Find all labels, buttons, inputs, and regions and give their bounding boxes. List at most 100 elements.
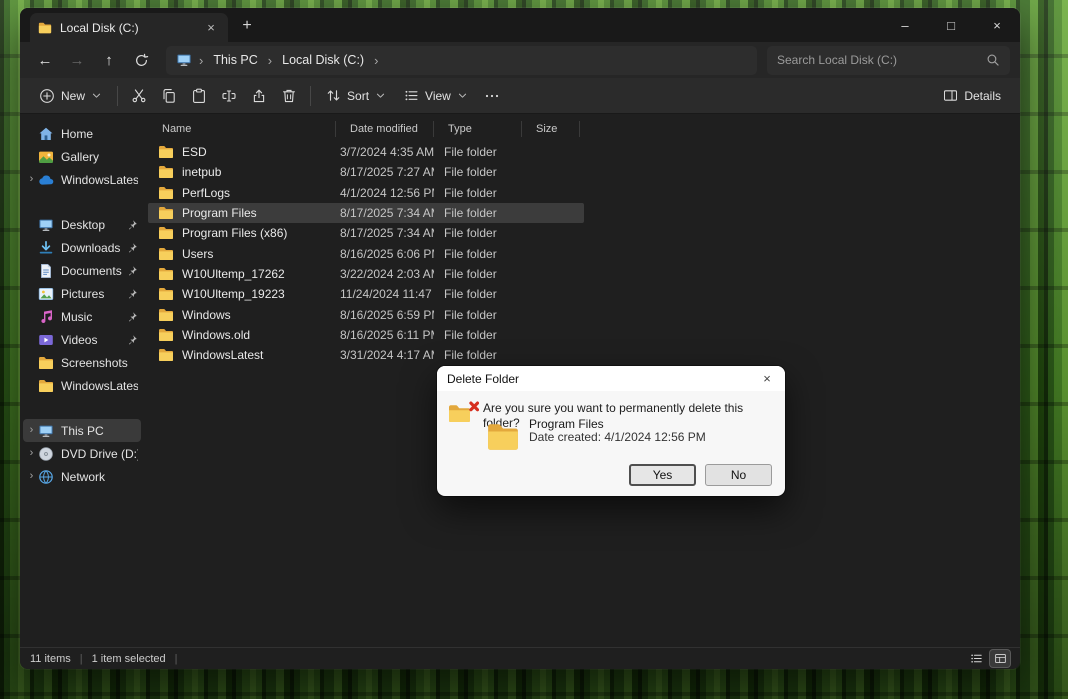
delete-folder-icon [449,401,479,425]
delete-button[interactable] [274,81,304,111]
details-pane-button[interactable]: Details [934,81,1010,111]
see-more-button[interactable] [477,81,507,111]
trash-icon [281,88,297,104]
clipboard-icon [191,88,207,104]
folder-icon [158,286,174,302]
tab-bar: Local Disk (C:) × + – □ × [20,8,1020,42]
column-header-type[interactable]: Type [434,121,522,137]
tab-close-icon[interactable]: × [202,19,220,37]
sidebar-item-gallery[interactable]: Gallery [23,145,141,168]
sidebar-item-music[interactable]: Music [23,305,141,328]
sidebar-item-downloads[interactable]: Downloads [23,236,141,259]
pictures-icon [38,286,54,302]
paste-button[interactable] [184,81,214,111]
file-row[interactable]: Windows 8/16/2025 6:59 PM File folder [148,304,584,324]
back-button[interactable]: ← [30,45,60,75]
view-button[interactable]: View [395,81,477,111]
file-row[interactable]: W10Ultemp_19223 11/24/2024 11:47 PM File… [148,284,584,304]
dialog-buttons: Yes No [629,464,772,486]
pin-icon [126,219,138,231]
breadcrumb-separator: › [374,53,378,68]
plus-circle-icon [39,88,55,104]
music-icon [38,309,54,325]
file-row[interactable]: ESD 3/7/2024 4:35 AM File folder [148,142,584,162]
desktop-icon [38,217,54,233]
column-header-name[interactable]: Name [148,121,336,137]
dvd-drive-icon [38,446,54,462]
thumbnails-view-button[interactable] [990,650,1010,667]
dialog-close-icon[interactable]: × [749,366,785,391]
column-header-size[interactable]: Size [522,121,580,137]
ellipsis-icon [484,88,500,104]
column-header-date-modified[interactable]: Date modified [336,121,434,137]
file-row-selected[interactable]: Program Files 8/17/2025 7:34 AM File fol… [148,203,584,223]
new-tab-button[interactable]: + [234,13,260,39]
thumbnails-view-icon [994,652,1007,665]
up-button[interactable]: ↑ [94,45,124,75]
sidebar-item-pictures[interactable]: Pictures [23,282,141,305]
pin-icon [126,311,138,323]
sidebar-item-dvd-drive[interactable]: › DVD Drive (D:) CCC [23,442,141,465]
file-row[interactable]: Windows.old 8/16/2025 6:11 PM File folde… [148,325,584,345]
sidebar-item-screenshots[interactable]: Screenshots [23,351,141,374]
refresh-button[interactable] [126,45,156,75]
details-view-button[interactable] [966,650,986,667]
refresh-icon [134,53,149,68]
this-pc-icon [176,52,192,68]
folder-icon [158,144,174,160]
expand-chevron-icon[interactable]: › [25,174,38,185]
search-input[interactable] [777,53,986,67]
folder-icon [38,355,54,371]
expand-chevron-icon[interactable]: › [25,471,38,482]
maximize-button[interactable]: □ [928,8,974,42]
search-box[interactable] [767,46,1010,75]
pin-icon [126,288,138,300]
navigation-bar: ← → ↑ › This PC › Local Disk (C:) › [20,42,1020,78]
status-bar: 11 items | 1 item selected | [20,647,1020,669]
breadcrumb-local-disk[interactable]: Local Disk (C:) [279,52,367,68]
file-row[interactable]: PerfLogs 4/1/2024 12:56 PM File folder [148,183,584,203]
sidebar-item-desktop[interactable]: Desktop [23,213,141,236]
cut-button[interactable] [124,81,154,111]
breadcrumb-this-pc[interactable]: This PC [210,52,260,68]
sidebar-item-windowslatest[interactable]: WindowsLatest [23,374,141,397]
yes-button[interactable]: Yes [629,464,696,486]
expand-chevron-icon[interactable]: › [25,448,38,459]
file-row[interactable]: inetpub 8/17/2025 7:27 AM File folder [148,162,584,182]
view-toggles [966,650,1010,667]
explorer-tab[interactable]: Local Disk (C:) × [30,13,228,42]
copy-icon [161,88,177,104]
expand-chevron-icon[interactable]: › [25,425,38,436]
file-row[interactable]: WindowsLatest 3/31/2024 4:17 AM File fol… [148,345,584,365]
dialog-title-bar[interactable]: Delete Folder × [437,366,785,391]
copy-button[interactable] [154,81,184,111]
forward-button[interactable]: → [62,45,92,75]
details-button-label: Details [964,89,1001,103]
command-bar: New Sort [20,78,1020,114]
file-row[interactable]: W10Ultemp_17262 3/22/2024 2:03 AM File f… [148,264,584,284]
file-explorer-window: Local Disk (C:) × + – □ × ← → ↑ › This P… [20,8,1020,669]
onedrive-cloud-icon [38,172,54,188]
minimize-button[interactable]: – [882,8,928,42]
file-row[interactable]: Program Files (x86) 8/17/2025 7:34 AM Fi… [148,223,584,243]
file-row[interactable]: Users 8/16/2025 6:06 PM File folder [148,243,584,263]
breadcrumb-separator: › [199,53,203,68]
folder-icon [158,246,174,262]
toolbar-divider [117,86,118,106]
sidebar-item-home[interactable]: Home [23,122,141,145]
close-button[interactable]: × [974,8,1020,42]
new-button-label: New [61,89,85,103]
sidebar-item-videos[interactable]: Videos [23,328,141,351]
navigation-pane: Home Gallery › WindowsLatest - Pe Deskto [20,114,144,647]
sidebar-item-onedrive[interactable]: › WindowsLatest - Pe [23,168,141,191]
sidebar-item-network[interactable]: › Network [23,465,141,488]
file-rows: ESD 3/7/2024 4:35 AM File folder inetpub… [148,142,1020,365]
address-bar[interactable]: › This PC › Local Disk (C:) › [166,46,757,75]
sidebar-item-this-pc[interactable]: › This PC [23,419,141,442]
share-button[interactable] [244,81,274,111]
rename-button[interactable] [214,81,244,111]
sort-button[interactable]: Sort [317,81,395,111]
new-button[interactable]: New [30,81,111,111]
no-button[interactable]: No [705,464,772,486]
sidebar-item-documents[interactable]: Documents [23,259,141,282]
